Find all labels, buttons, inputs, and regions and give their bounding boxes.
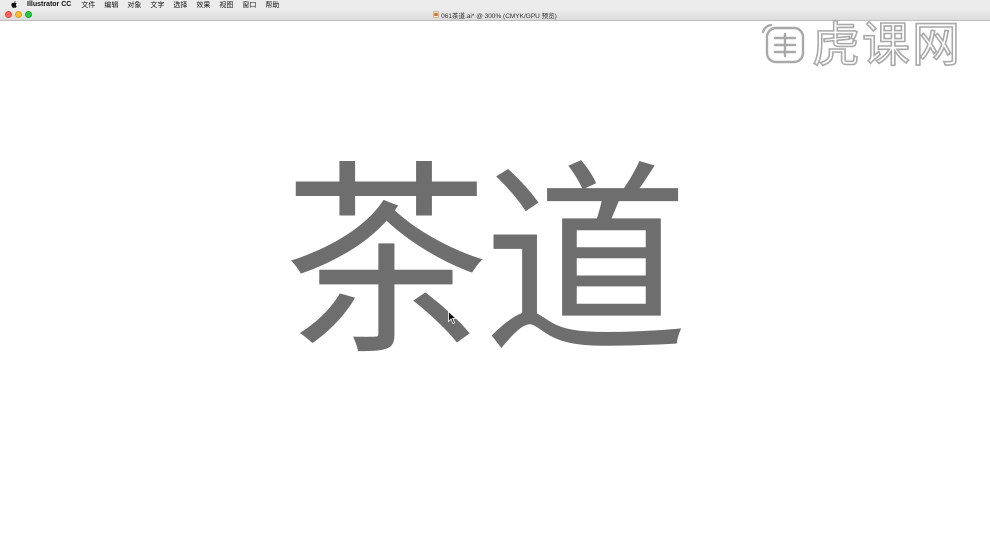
window-zoom-button[interactable] xyxy=(25,11,32,18)
huke-logo-icon xyxy=(761,23,805,64)
artboard-canvas[interactable]: 茶道 xyxy=(0,21,990,540)
watermark: 虎课网 xyxy=(760,18,975,72)
window-minimize-button[interactable] xyxy=(15,11,22,18)
watermark-text: 虎课网 xyxy=(811,17,963,73)
apple-logo-icon[interactable] xyxy=(10,1,17,9)
artwork-text-chadao[interactable]: 茶道 xyxy=(283,160,689,366)
window-close-button[interactable] xyxy=(5,11,12,18)
document-title-text: 061茶道.ai* @ 300% (CMYK/GPU 预览) xyxy=(441,12,557,20)
screen: Illustrator CC 文件 编辑 对象 文字 选择 效果 视图 窗口 帮… xyxy=(0,0,990,540)
app-name-menu[interactable]: Illustrator CC xyxy=(27,1,71,8)
menu-bar: Illustrator CC 文件 编辑 对象 文字 选择 效果 视图 窗口 帮… xyxy=(0,0,990,9)
arrow-cursor-icon xyxy=(448,311,457,324)
illustrator-document-icon xyxy=(433,11,440,18)
